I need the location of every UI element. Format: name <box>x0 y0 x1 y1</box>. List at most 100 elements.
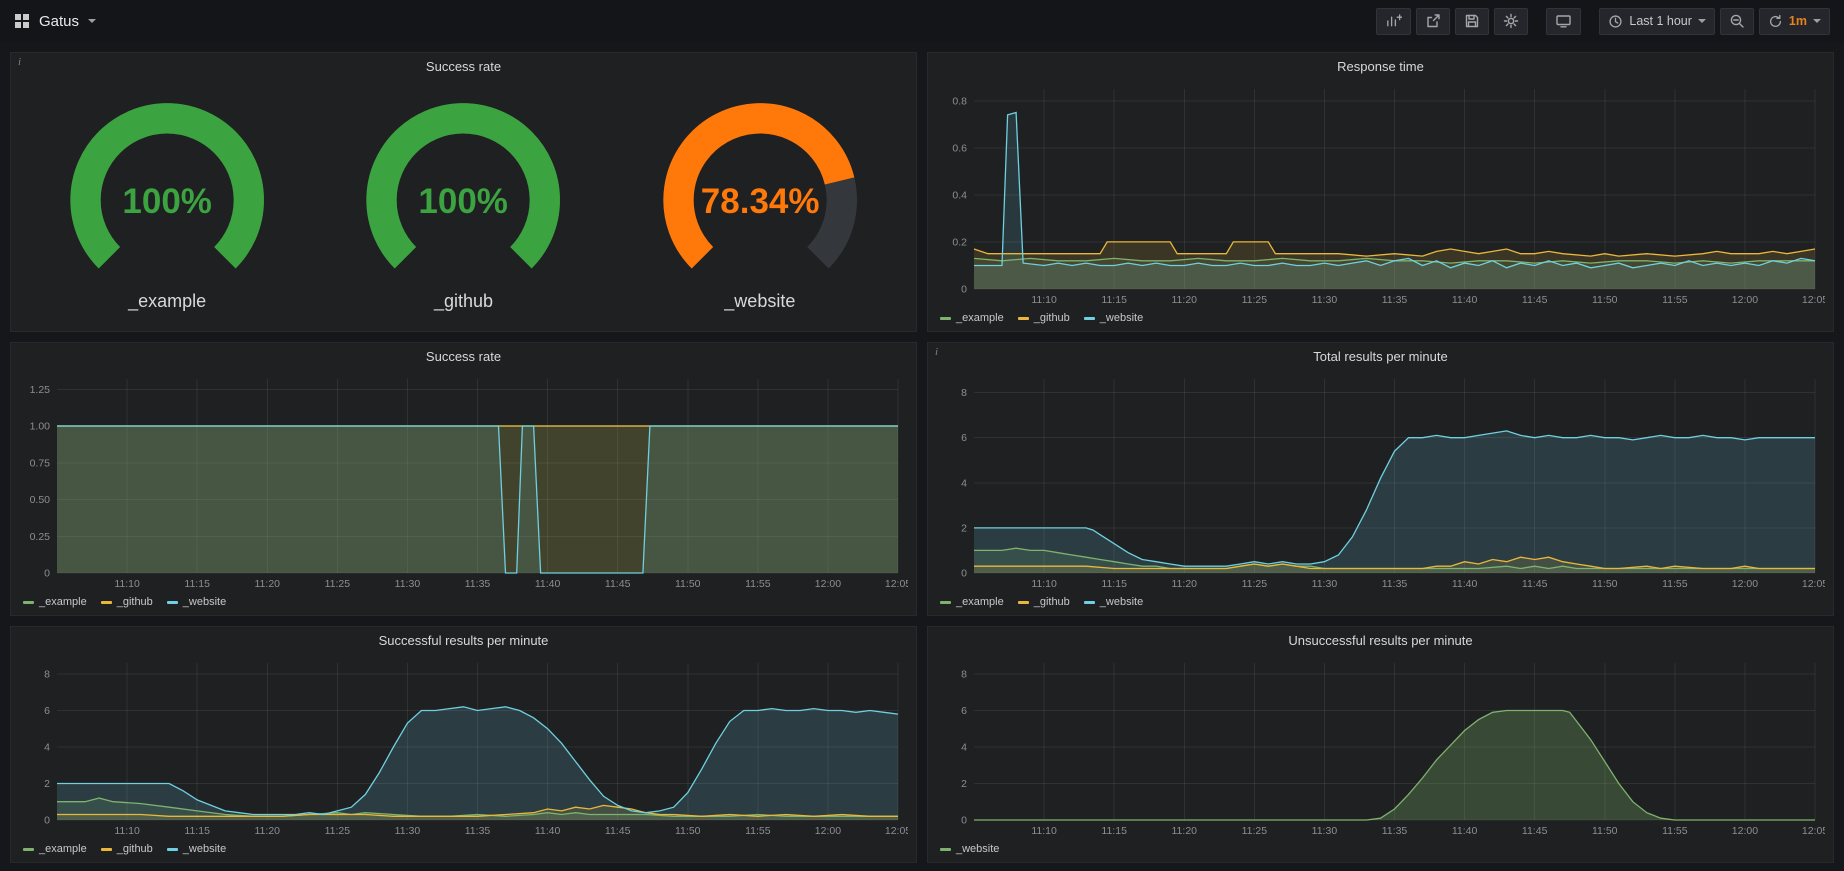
svg-text:11:15: 11:15 <box>184 825 210 837</box>
svg-text:12:00: 12:00 <box>815 825 841 837</box>
svg-text:11:15: 11:15 <box>1101 825 1127 837</box>
svg-text:12:00: 12:00 <box>1732 825 1758 837</box>
svg-text:4: 4 <box>961 741 967 753</box>
svg-text:0.2: 0.2 <box>952 236 967 248</box>
legend-item[interactable]: _github <box>101 596 153 608</box>
legend-item[interactable]: _website <box>940 843 999 855</box>
total-results-chart[interactable]: 11:1011:1511:2011:2511:3011:3511:4011:45… <box>936 369 1825 593</box>
gauge-github[interactable]: 100% _github <box>315 95 611 312</box>
legend-item[interactable]: _website <box>167 843 226 855</box>
svg-text:11:15: 11:15 <box>1101 294 1127 306</box>
svg-text:11:50: 11:50 <box>1592 578 1618 590</box>
svg-text:11:45: 11:45 <box>1522 294 1548 306</box>
legend-label: _website <box>183 843 226 855</box>
legend-swatch <box>23 601 34 604</box>
legend-item[interactable]: _github <box>1018 312 1070 324</box>
svg-text:11:25: 11:25 <box>1242 825 1268 837</box>
svg-text:4: 4 <box>961 477 967 489</box>
svg-text:8: 8 <box>961 387 967 399</box>
unsuccessful-results-chart[interactable]: 11:1011:1511:2011:2511:3011:3511:4011:45… <box>936 653 1825 840</box>
chevron-down-icon[interactable] <box>88 19 96 23</box>
svg-text:11:35: 11:35 <box>1382 294 1408 306</box>
legend-item[interactable]: _website <box>167 596 226 608</box>
svg-text:11:20: 11:20 <box>1172 294 1198 306</box>
save-button[interactable] <box>1455 8 1489 35</box>
svg-text:8: 8 <box>44 668 50 680</box>
legend-label: _website <box>1100 312 1143 324</box>
legend-label: _website <box>956 843 999 855</box>
svg-text:11:30: 11:30 <box>395 578 421 590</box>
legend-item[interactable]: _github <box>1018 596 1070 608</box>
legend-label: _github <box>1034 596 1070 608</box>
zoom-out-button[interactable] <box>1720 8 1754 35</box>
chart-legend: _website <box>936 840 1825 858</box>
svg-text:6: 6 <box>961 705 967 717</box>
svg-text:8: 8 <box>961 668 967 680</box>
refresh-picker[interactable]: 1m <box>1759 8 1830 35</box>
legend-swatch <box>167 601 178 604</box>
svg-text:11:10: 11:10 <box>114 825 140 837</box>
svg-text:11:45: 11:45 <box>1522 825 1548 837</box>
svg-text:11:50: 11:50 <box>1592 294 1618 306</box>
add-panel-button[interactable] <box>1376 8 1411 35</box>
svg-text:11:10: 11:10 <box>1031 578 1057 590</box>
refresh-icon <box>1768 14 1783 29</box>
svg-text:2: 2 <box>961 778 967 790</box>
panel-title[interactable]: Successful results per minute <box>11 627 916 653</box>
panel-success-rate-series: Success rate 11:1011:1511:2011:2511:3011… <box>10 342 917 616</box>
save-icon <box>1464 13 1480 29</box>
success-rate-chart[interactable]: 11:1011:1511:2011:2511:3011:3511:4011:45… <box>19 369 908 593</box>
successful-results-chart[interactable]: 11:1011:1511:2011:2511:3011:3511:4011:45… <box>19 653 908 840</box>
panel-title[interactable]: Success rate <box>11 53 916 79</box>
svg-text:12:05: 12:05 <box>885 578 908 590</box>
legend-swatch <box>940 601 951 604</box>
time-range-picker[interactable]: Last 1 hour <box>1599 8 1715 35</box>
dashboard-title[interactable]: Gatus <box>39 13 79 30</box>
legend-item[interactable]: _github <box>101 843 153 855</box>
panel-title[interactable]: Unsuccessful results per minute <box>928 627 1833 653</box>
panel-successful-results: Successful results per minute 11:10 11:15… <box>10 626 917 863</box>
response-time-chart[interactable]: 11:1011:1511:2011:2511:3011:3511:4011:45… <box>936 79 1825 309</box>
svg-text:11:50: 11:50 <box>675 578 701 590</box>
chevron-down-icon <box>1698 19 1706 23</box>
svg-text:11:25: 11:25 <box>1242 294 1268 306</box>
legend-item[interactable]: _example <box>940 596 1004 608</box>
dashboard-grid: i Success rate 100% _example 100% _githu… <box>0 42 1844 871</box>
svg-text:11:55: 11:55 <box>1662 825 1688 837</box>
share-button[interactable] <box>1416 8 1450 35</box>
panel-title[interactable]: Success rate <box>11 343 916 369</box>
legend-label: _website <box>1100 596 1143 608</box>
gauge-website[interactable]: 78.34% _website <box>612 95 908 312</box>
settings-button[interactable] <box>1494 8 1528 35</box>
panel-title[interactable]: Response time <box>928 53 1833 79</box>
tv-mode-button[interactable] <box>1546 8 1581 35</box>
chevron-down-icon <box>1813 19 1821 23</box>
navbar: Gatus <box>0 0 1844 42</box>
svg-text:11:45: 11:45 <box>605 578 631 590</box>
svg-text:11:15: 11:15 <box>184 578 210 590</box>
gauge-example[interactable]: 100% _example <box>19 95 315 312</box>
legend-item[interactable]: _example <box>940 312 1004 324</box>
legend-item[interactable]: _example <box>23 596 87 608</box>
svg-text:11:55: 11:55 <box>745 578 771 590</box>
legend-label: _example <box>956 312 1004 324</box>
legend-item[interactable]: _example <box>23 843 87 855</box>
svg-text:11:25: 11:25 <box>1242 578 1268 590</box>
svg-text:0.4: 0.4 <box>952 189 967 201</box>
dashboard-grid-icon[interactable] <box>14 13 30 29</box>
legend-label: _example <box>39 596 87 608</box>
legend-item[interactable]: _website <box>1084 596 1143 608</box>
legend-swatch <box>1018 317 1029 320</box>
panel-title[interactable]: Total results per minute <box>928 343 1833 369</box>
panel-info-icon[interactable]: i <box>935 346 938 358</box>
gauge-github-arc: 100% <box>315 95 611 291</box>
svg-text:11:10: 11:10 <box>1031 294 1057 306</box>
legend-swatch <box>101 848 112 851</box>
svg-text:1.00: 1.00 <box>30 421 51 433</box>
gauge-row: 100% _example 100% _github 78.34% _websi… <box>19 79 908 327</box>
svg-text:11:25: 11:25 <box>325 578 351 590</box>
add-panel-icon <box>1385 13 1402 29</box>
legend-item[interactable]: _website <box>1084 312 1143 324</box>
panel-info-icon[interactable]: i <box>18 56 21 68</box>
svg-text:11:55: 11:55 <box>745 825 771 837</box>
